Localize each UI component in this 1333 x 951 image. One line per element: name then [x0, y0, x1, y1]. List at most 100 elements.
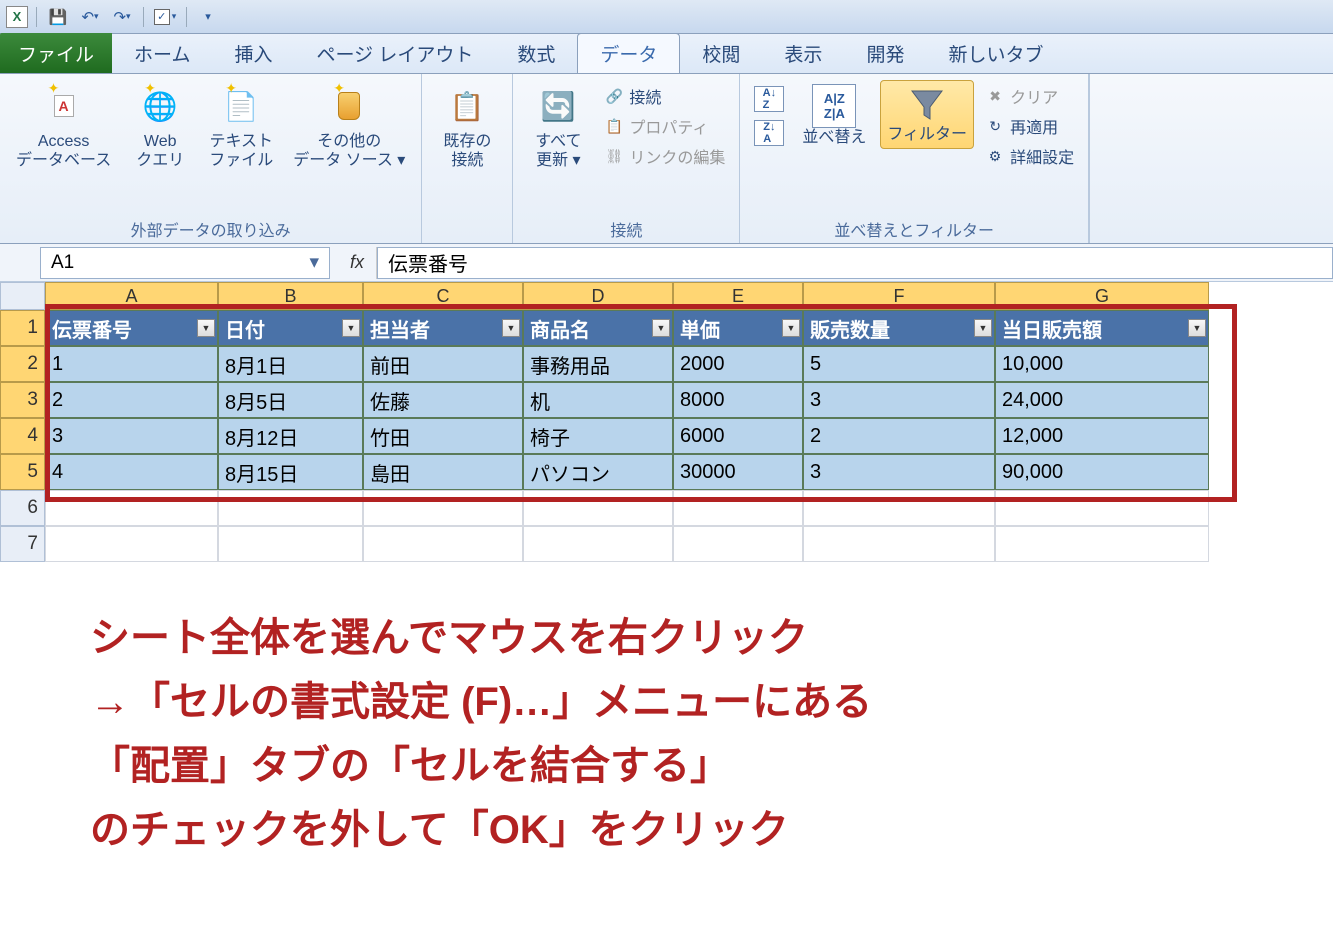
table-header[interactable]: 商品名▼ — [523, 310, 673, 346]
cell[interactable] — [673, 490, 803, 526]
advanced-filter-button[interactable]: ⚙詳細設定 — [986, 144, 1074, 168]
tab-home[interactable]: ホーム — [112, 33, 212, 73]
fx-label[interactable]: fx — [338, 247, 377, 279]
col-header-C[interactable]: C — [363, 282, 523, 310]
cell[interactable] — [803, 490, 995, 526]
col-header-G[interactable]: G — [995, 282, 1209, 310]
cell[interactable]: 事務用品 — [523, 346, 673, 382]
properties-button[interactable]: 📋プロパティ — [605, 114, 725, 138]
cell[interactable] — [523, 526, 673, 562]
connections-button[interactable]: 🔗接続 — [605, 84, 725, 108]
other-sources-button[interactable]: ✦ その他の データ ソース ▾ — [287, 80, 411, 174]
formula-input[interactable]: 伝票番号 — [377, 247, 1333, 279]
refresh-all-button[interactable]: 🔄 すべて 更新 ▾ — [523, 80, 593, 174]
cell[interactable] — [995, 490, 1209, 526]
filter-dropdown-icon[interactable]: ▼ — [782, 319, 800, 337]
filter-dropdown-icon[interactable]: ▼ — [502, 319, 520, 337]
cell[interactable]: 8月15日 — [218, 454, 363, 490]
edit-links-button[interactable]: ⛓リンクの編集 — [605, 144, 725, 168]
cell[interactable] — [45, 490, 218, 526]
cell[interactable]: 6000 — [673, 418, 803, 454]
table-header[interactable]: 日付▼ — [218, 310, 363, 346]
table-header[interactable]: 担当者▼ — [363, 310, 523, 346]
undo-icon[interactable]: ↶▾ — [77, 5, 103, 29]
redo-icon[interactable]: ↷▾ — [109, 5, 135, 29]
sort-button[interactable]: A|ZZ|A 並べ替え — [796, 80, 872, 151]
row-header-2[interactable]: 2 — [0, 346, 45, 382]
tab-newtab[interactable]: 新しいタブ — [926, 33, 1065, 73]
cell[interactable]: 前田 — [363, 346, 523, 382]
app-icon[interactable]: X — [6, 6, 28, 28]
cell[interactable]: 2 — [45, 382, 218, 418]
cell[interactable]: 2 — [803, 418, 995, 454]
existing-conn-button[interactable]: 📋 既存の 接続 — [432, 80, 502, 174]
cell[interactable]: 10,000 — [995, 346, 1209, 382]
col-header-F[interactable]: F — [803, 282, 995, 310]
col-header-B[interactable]: B — [218, 282, 363, 310]
cell[interactable]: 2000 — [673, 346, 803, 382]
cell[interactable]: 島田 — [363, 454, 523, 490]
cell[interactable] — [523, 490, 673, 526]
cell[interactable]: 机 — [523, 382, 673, 418]
tab-file[interactable]: ファイル — [0, 33, 112, 73]
cell[interactable]: 8月1日 — [218, 346, 363, 382]
cell[interactable] — [218, 490, 363, 526]
filter-dropdown-icon[interactable]: ▼ — [197, 319, 215, 337]
cell[interactable]: 4 — [45, 454, 218, 490]
filter-dropdown-icon[interactable]: ▼ — [1188, 319, 1206, 337]
cell[interactable]: 竹田 — [363, 418, 523, 454]
cell[interactable]: 30000 — [673, 454, 803, 490]
row-header-4[interactable]: 4 — [0, 418, 45, 454]
cell[interactable]: パソコン — [523, 454, 673, 490]
col-header-A[interactable]: A — [45, 282, 218, 310]
col-header-E[interactable]: E — [673, 282, 803, 310]
row-header-1[interactable]: 1 — [0, 310, 45, 346]
table-header[interactable]: 販売数量▼ — [803, 310, 995, 346]
filter-dropdown-icon[interactable]: ▼ — [652, 319, 670, 337]
cell[interactable] — [363, 490, 523, 526]
save-icon[interactable]: 💾 — [45, 5, 71, 29]
cell[interactable]: 1 — [45, 346, 218, 382]
web-query-button[interactable]: ✦🌐 Web クエリ — [125, 80, 195, 174]
tab-view[interactable]: 表示 — [762, 33, 844, 73]
tab-pagelayout[interactable]: ページ レイアウト — [294, 33, 495, 73]
sort-desc-button[interactable]: Z↓A — [754, 120, 784, 146]
filter-dropdown-icon[interactable]: ▼ — [974, 319, 992, 337]
cell[interactable]: 3 — [45, 418, 218, 454]
cell[interactable]: 8月12日 — [218, 418, 363, 454]
select-all-corner[interactable] — [0, 282, 45, 310]
row-header-7[interactable]: 7 — [0, 526, 45, 562]
text-file-button[interactable]: ✦📄 テキスト ファイル — [203, 80, 279, 174]
cell[interactable] — [363, 526, 523, 562]
cell[interactable]: 5 — [803, 346, 995, 382]
cell[interactable] — [45, 526, 218, 562]
cell[interactable] — [673, 526, 803, 562]
row-header-3[interactable]: 3 — [0, 382, 45, 418]
filter-dropdown-icon[interactable]: ▼ — [342, 319, 360, 337]
cell[interactable]: 3 — [803, 382, 995, 418]
cell[interactable] — [995, 526, 1209, 562]
cell[interactable] — [803, 526, 995, 562]
clear-filter-button[interactable]: ✖クリア — [986, 84, 1074, 108]
cell[interactable]: 佐藤 — [363, 382, 523, 418]
cell[interactable] — [218, 526, 363, 562]
name-box[interactable]: A1 ▾ — [40, 247, 330, 279]
cell[interactable]: 90,000 — [995, 454, 1209, 490]
cell[interactable]: 椅子 — [523, 418, 673, 454]
tab-insert[interactable]: 挿入 — [212, 33, 294, 73]
cell[interactable]: 12,000 — [995, 418, 1209, 454]
tab-data[interactable]: データ — [577, 33, 680, 73]
table-header[interactable]: 単価▼ — [673, 310, 803, 346]
table-header[interactable]: 伝票番号▼ — [45, 310, 218, 346]
filter-button[interactable]: フィルター — [880, 80, 974, 149]
access-db-button[interactable]: ✦A Access データベース — [10, 80, 117, 174]
cell[interactable]: 8000 — [673, 382, 803, 418]
reapply-button[interactable]: ↻再適用 — [986, 114, 1074, 138]
qat-checkbox[interactable]: ✓▾ — [152, 5, 178, 29]
sort-asc-button[interactable]: A↓Z — [754, 86, 784, 112]
row-header-6[interactable]: 6 — [0, 490, 45, 526]
cell[interactable]: 24,000 — [995, 382, 1209, 418]
tab-formulas[interactable]: 数式 — [495, 33, 577, 73]
cell[interactable]: 8月5日 — [218, 382, 363, 418]
tab-developer[interactable]: 開発 — [844, 33, 926, 73]
